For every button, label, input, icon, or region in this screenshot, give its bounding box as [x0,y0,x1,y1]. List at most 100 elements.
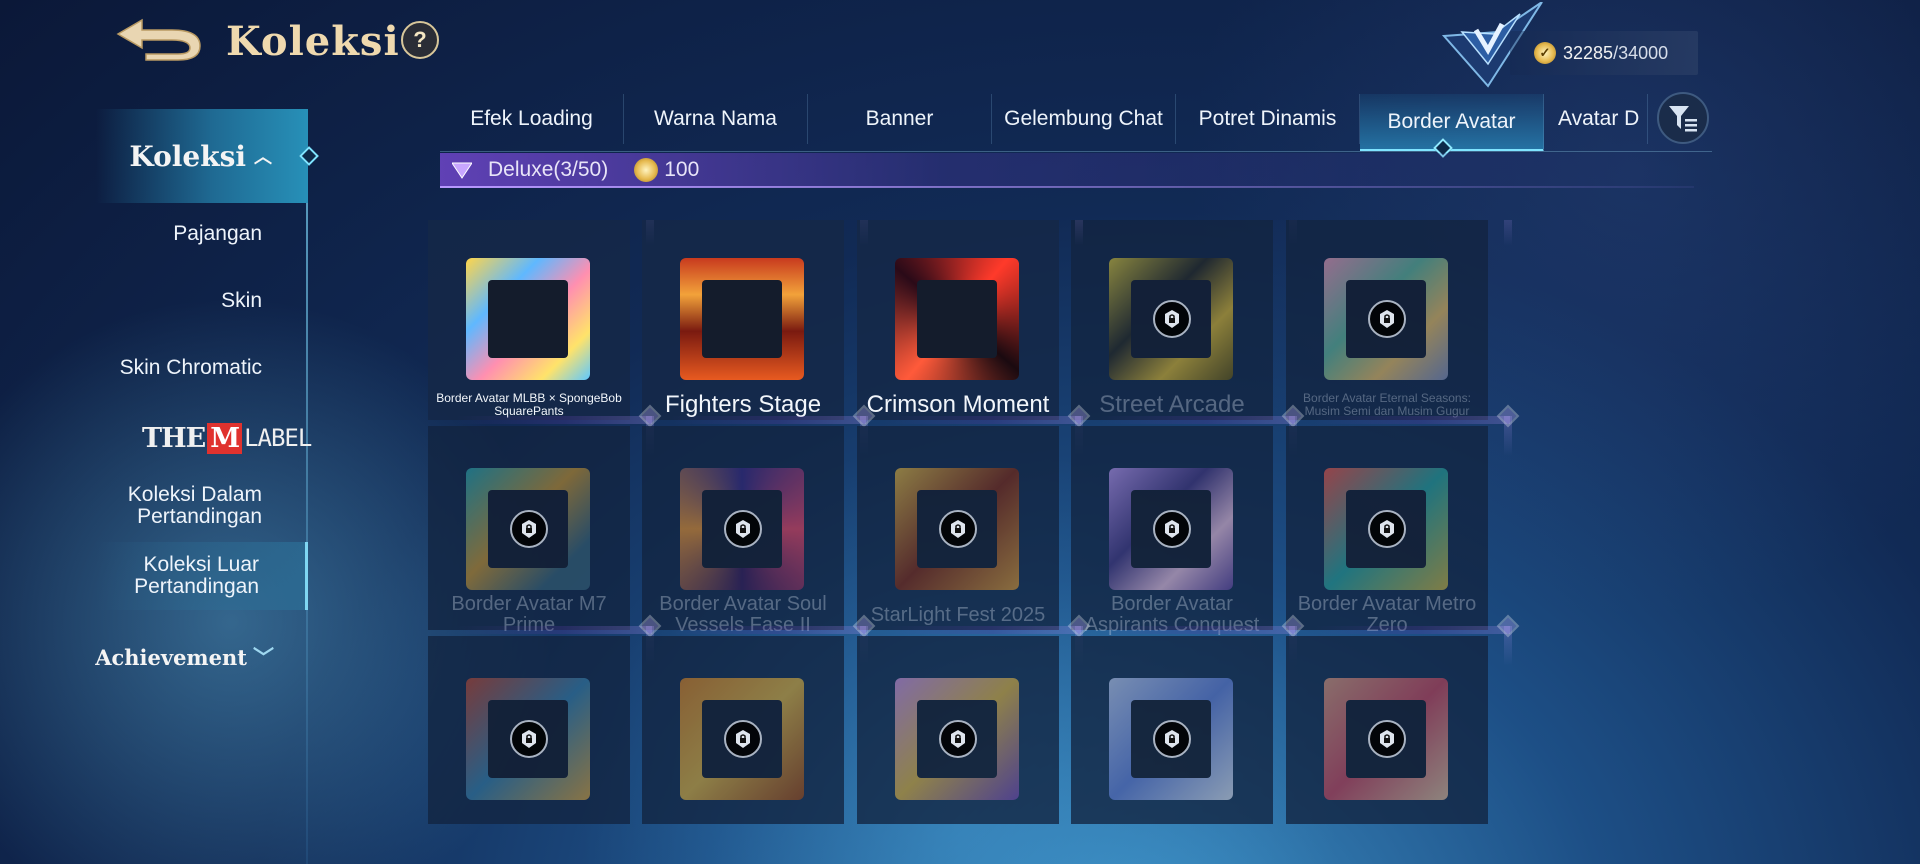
card-panel: Border Avatar M7 Prime [428,426,630,636]
sidebar-koleksi-label: Koleksi [129,139,246,173]
card-ribbon [885,416,1081,424]
lock-icon [1368,720,1406,758]
card-ribbon [670,416,866,424]
card-panel: Crimson Moment [857,220,1059,420]
card-ribbon [1314,416,1510,424]
border-avatar-card[interactable]: Border Avatar Eternal Seasons: Musim Sem… [1286,220,1512,420]
card-ribbon [885,626,1081,634]
frame-inner [488,280,568,358]
tab-gelembung-chat[interactable]: Gelembung Chat [992,94,1176,144]
card-name [861,798,1055,824]
card-panel: Fighters Stage [642,220,844,420]
card-panel: Border Avatar Soul Vessels Fase II [642,426,844,636]
back-arrow-button[interactable] [112,14,204,62]
card-panel [642,636,844,824]
lock-icon [939,510,977,548]
help-button[interactable]: ? [401,21,439,59]
border-avatar-card[interactable]: Border Avatar Metro Zero [1286,404,1520,636]
border-avatar-card[interactable] [428,614,662,824]
sidebar-divider [306,110,308,864]
card-name [432,798,626,824]
card-panel: Street Arcade [1071,220,1273,420]
lock-icon [1368,510,1406,548]
sidebar-item-pajangan[interactable]: Pajangan [173,223,262,245]
deluxe-rarity-header: Deluxe(3/50) 100 [440,153,1694,187]
sidebar-item-koleksi[interactable]: Koleksi ︿ [96,109,319,203]
deluxe-gem-icon [452,162,472,179]
sidebar: Koleksi ︿ Pajangan Skin Skin Chromatic T… [0,100,319,864]
border-frame-preview [895,258,1019,380]
lock-icon [510,510,548,548]
category-tabs: Efek Loading Warna Nama Banner Gelembung… [440,94,1712,152]
tab-potret-dinamis[interactable]: Potret Dinamis [1176,94,1360,144]
border-frame-preview [466,258,590,380]
deluxe-divider [440,186,1694,188]
frame-inner [702,280,782,358]
filter-button[interactable] [1657,92,1709,144]
border-avatar-card[interactable] [857,614,1091,824]
card-panel: Border Avatar Metro Zero [1286,426,1488,636]
the-m-label-logo[interactable]: THE M LABEL [142,422,312,454]
card-panel [857,636,1059,824]
lock-icon [724,510,762,548]
border-avatar-card[interactable]: Border Avatar M7 Prime [428,404,662,636]
chevron-down-icon: ﹀ [253,645,274,670]
card-panel [1071,636,1273,824]
card-ribbon [1099,626,1295,634]
lock-icon [724,720,762,758]
card-panel [1286,636,1488,824]
tab-avatar-d[interactable]: Avatar D [1544,94,1648,144]
tab-warna-nama[interactable]: Warna Nama [624,94,808,144]
card-ribbon [1099,416,1295,424]
border-avatar-card[interactable] [1071,614,1305,824]
lock-icon [1153,510,1191,548]
lock-icon [1153,300,1191,338]
chevron-up-icon: ︿ [254,147,272,168]
border-avatar-card[interactable]: Border Avatar Soul Vessels Fase II [642,404,876,636]
card-panel: Border Avatar MLBB × SpongeBob SquarePan… [428,220,630,420]
currency-current: 32285 [1563,42,1614,63]
border-avatar-card[interactable] [642,614,876,824]
sidebar-item-koleksi-luar-pertandingan[interactable]: Koleksi Luar Pertandingan [96,542,308,610]
card-name [1075,798,1269,824]
sidebar-item-skin[interactable]: Skin [221,290,262,312]
lock-icon [510,720,548,758]
page-title: Koleksi [226,18,400,65]
tab-banner[interactable]: Banner [808,94,992,144]
card-name [1290,798,1484,824]
card-ribbon [456,626,652,634]
border-avatar-card[interactable]: Fighters Stage [642,220,868,420]
border-avatar-card[interactable]: Border Avatar MLBB × SpongeBob SquarePan… [428,220,654,420]
sidebar-item-achievement[interactable]: Achievement ﹀ [95,642,274,672]
card-ribbon [670,626,866,634]
lock-icon [1153,720,1191,758]
card-ribbon [456,416,652,424]
card-panel: Border Avatar Eternal Seasons: Musim Sem… [1286,220,1488,420]
card-ribbon-edge [1504,220,1512,246]
deluxe-count: Deluxe(3/50) [488,158,609,181]
selection-diamond-icon [299,146,319,166]
sidebar-item-koleksi-dalam-pertandingan[interactable]: Koleksi Dalam Pertandingan [128,484,262,528]
lock-icon [939,720,977,758]
frame-inner [917,280,997,358]
border-avatar-card[interactable]: StarLight Fest 2025 [857,404,1091,630]
ticket-coin-icon: ✓ [1534,42,1556,64]
border-avatar-card[interactable]: Street Arcade [1071,220,1297,420]
card-panel: Border Avatar Aspirants Conquest [1071,426,1273,636]
tab-efek-loading[interactable]: Efek Loading [440,94,624,144]
card-ribbon [1314,626,1510,634]
card-name [646,798,840,824]
card-panel [428,636,630,824]
border-frame-preview [680,258,804,380]
currency-max: /34000 [1613,42,1669,63]
sidebar-item-skin-chromatic[interactable]: Skin Chromatic [120,357,262,379]
tab-border-avatar[interactable]: Border Avatar [1360,94,1544,151]
deluxe-price: 100 [664,158,700,181]
card-panel: StarLight Fest 2025 [857,426,1059,630]
price-coin-icon [634,158,659,182]
border-avatar-card[interactable] [1286,614,1520,824]
border-avatar-card[interactable]: Border Avatar Aspirants Conquest [1071,404,1305,636]
border-avatar-grid: Border Avatar MLBB × SpongeBob SquarePan… [428,220,1718,824]
border-avatar-card[interactable]: Crimson Moment [857,220,1083,420]
ticket-currency[interactable]: ✓ 32285/34000 [1510,31,1698,75]
